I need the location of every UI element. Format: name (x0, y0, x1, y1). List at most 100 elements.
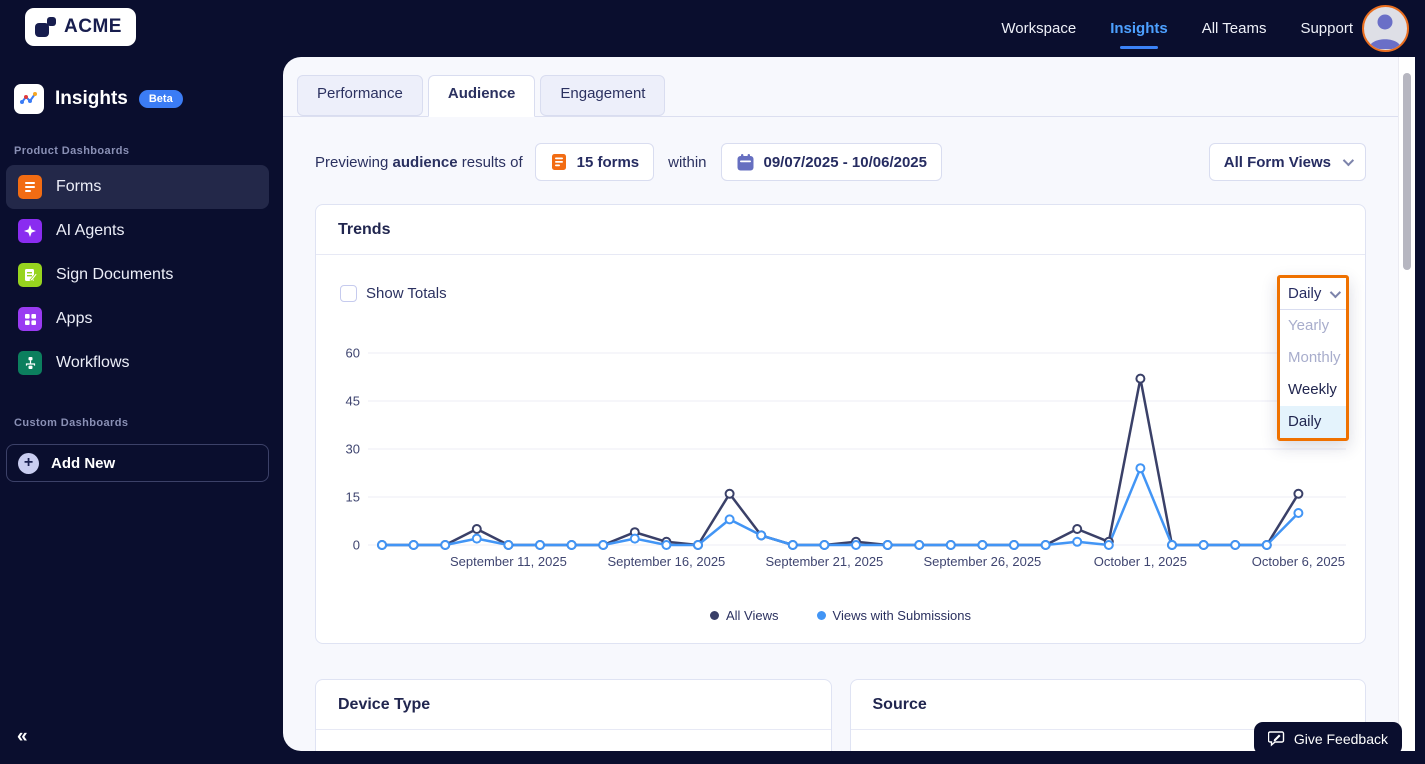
data-point-marker (408, 540, 419, 550)
data-point-marker (787, 540, 798, 550)
data-point-marker (1103, 540, 1114, 550)
data-point-marker (440, 540, 451, 550)
x-axis-tick-label: September 26, 2025 (923, 554, 1041, 569)
user-avatar[interactable] (1362, 5, 1409, 52)
data-point-marker (724, 488, 735, 499)
interval-option-yearly: Yearly (1288, 317, 1330, 334)
data-point-marker (882, 540, 893, 550)
y-axis-tick-label: 0 (353, 538, 360, 553)
x-axis-tick-label: September 16, 2025 (607, 554, 725, 569)
data-point-marker (598, 540, 609, 550)
x-axis-tick-label: October 1, 2025 (1094, 554, 1187, 569)
interval-option-daily[interactable]: Daily (1280, 406, 1346, 438)
sidebar-item-forms[interactable]: Forms (6, 165, 269, 209)
data-point-marker (471, 533, 482, 544)
data-point-marker (945, 540, 956, 550)
sidebar-item-label: Sign Documents (56, 266, 174, 283)
workflows-icon (18, 351, 42, 375)
interval-dropdown-trigger[interactable]: Daily (1280, 278, 1346, 310)
tab-performance[interactable]: Performance (297, 75, 423, 116)
trends-card-title: Trends (316, 205, 1365, 255)
show-totals-control: Show Totals (340, 285, 447, 302)
chevron-down-icon (1329, 286, 1342, 298)
x-axis-tick-label: September 21, 2025 (765, 554, 883, 569)
sidebar-item-label: Apps (56, 310, 93, 327)
feedback-icon (1267, 731, 1285, 747)
tab-bar: Performance Audience Engagement (283, 57, 1398, 117)
sidebar-header: Insights Beta (14, 84, 183, 114)
nav-all-teams[interactable]: All Teams (1202, 14, 1267, 43)
ai-agents-icon (18, 219, 42, 243)
forms-filter-button[interactable]: 15 forms (534, 143, 655, 181)
sidebar-item-workflows[interactable]: Workflows (6, 341, 269, 385)
acme-logo[interactable]: ACME (25, 8, 136, 46)
data-point-marker (1135, 373, 1146, 384)
top-nav-links: Workspace Insights All Teams Support (1001, 0, 1353, 57)
y-axis-tick-label: 60 (346, 346, 360, 361)
form-views-dropdown[interactable]: All Form Views (1208, 143, 1366, 181)
sidebar-item-ai-agents[interactable]: AI Agents (6, 209, 269, 253)
tab-audience[interactable]: Audience (427, 75, 536, 117)
data-point-marker (1198, 540, 1209, 550)
x-axis-tick-label: September 11, 2025 (450, 554, 567, 569)
data-point-marker (629, 533, 640, 544)
interval-option-weekly[interactable]: Weekly (1280, 374, 1346, 406)
vertical-scrollbar[interactable] (1398, 57, 1415, 751)
data-point-marker (756, 530, 767, 541)
sidebar-collapse-button[interactable]: « (17, 726, 28, 748)
give-feedback-button[interactable]: Give Feedback (1253, 722, 1402, 755)
forms-icon (18, 175, 42, 199)
data-point-marker (819, 540, 830, 550)
apps-icon (18, 307, 42, 331)
scrollbar-thumb[interactable] (1403, 73, 1411, 270)
device-type-card-title: Device Type (316, 680, 831, 730)
sidebar-item-label: AI Agents (56, 222, 125, 239)
data-point-marker (977, 540, 988, 550)
tab-engagement[interactable]: Engagement (540, 75, 666, 116)
chart-legend: All Views Views with Submissions (316, 608, 1365, 623)
acme-logo-icon (35, 16, 57, 38)
trends-chart: 0 15 30 45 60 September 11, 2025 September 16,… (346, 346, 1346, 569)
nav-insights[interactable]: Insights (1110, 14, 1168, 43)
data-point-marker (1135, 463, 1146, 474)
sidebar-menu: Forms AI Agents Sign Documents Apps Work… (6, 165, 269, 385)
data-point-marker (566, 540, 577, 550)
plus-icon: + (18, 452, 39, 474)
data-point-marker (471, 524, 482, 534)
data-point-marker (377, 540, 387, 550)
data-point-marker (661, 540, 672, 550)
device-type-card: Device Type (315, 679, 832, 751)
sidebar-title: Insights (55, 88, 128, 109)
main-content-panel: Performance Audience Engagement Previewi… (283, 57, 1415, 751)
series-line (382, 466, 1300, 547)
data-point-marker (1261, 540, 1272, 550)
data-point-marker (1040, 540, 1051, 550)
sidebar-item-sign-documents[interactable]: Sign Documents (6, 253, 269, 297)
data-point-marker (1167, 540, 1177, 550)
bottom-cards-row: Device Type Source (315, 679, 1366, 751)
data-point-marker (535, 540, 545, 550)
show-totals-checkbox[interactable] (340, 285, 357, 302)
filter-bar: Previewing audience results of 15 forms … (315, 143, 1366, 181)
x-axis-tick-label: October 6, 2025 (1252, 554, 1345, 569)
interval-dropdown-menu: Yearly Monthly Weekly Daily (1280, 310, 1346, 438)
top-navigation-bar: ACME Workspace Insights All Teams Suppor… (0, 0, 1425, 57)
custom-dashboards-label: Custom Dashboards (14, 417, 129, 429)
legend-dot (710, 611, 719, 620)
interval-dropdown-highlighted: Daily Yearly Monthly Weekly Daily (1277, 275, 1349, 441)
legend-item[interactable]: All Views (710, 608, 779, 623)
data-point-marker (1293, 508, 1304, 518)
data-point-marker (1072, 524, 1083, 534)
data-point-marker (693, 540, 703, 550)
data-point-marker (851, 540, 861, 550)
nav-support[interactable]: Support (1300, 14, 1353, 43)
data-point-marker (724, 514, 735, 525)
data-point-marker (914, 540, 925, 550)
y-axis-tick-label: 15 (346, 490, 360, 505)
date-range-button[interactable]: 09/07/2025 - 10/06/2025 (720, 143, 942, 181)
legend-item[interactable]: Views with Submissions (816, 608, 971, 623)
sidebar-item-apps[interactable]: Apps (6, 297, 269, 341)
nav-workspace[interactable]: Workspace (1001, 14, 1076, 43)
add-new-dashboard-button[interactable]: + Add New (6, 444, 269, 482)
person-icon (1369, 14, 1401, 49)
